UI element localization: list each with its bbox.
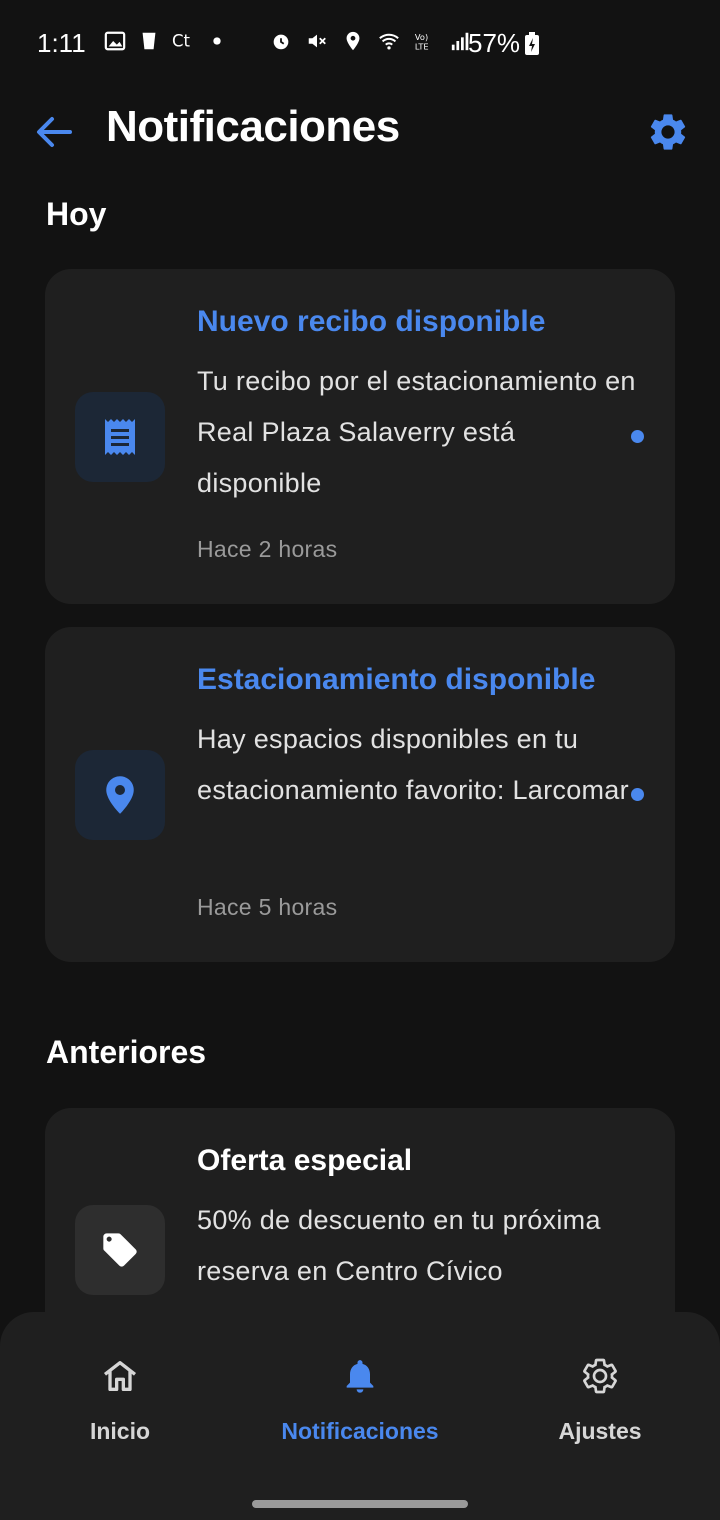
notification-icon-box [75,392,165,482]
notification-time: Hace 2 horas [197,536,338,562]
unread-indicator [631,430,644,443]
status-left-icons: Ct [104,30,228,52]
page-title: Notificaciones [106,102,400,151]
gear-icon [583,1358,617,1394]
home-indicator[interactable] [252,1500,468,1508]
battery-level: 57% [468,28,521,58]
status-bar: 1:11 Ct Vo) LTE 57% [0,0,720,88]
settings-button[interactable] [646,110,690,154]
back-button[interactable] [30,108,78,156]
receipt-icon [105,419,135,455]
status-time: 1:11 [37,28,86,58]
wifi-icon [379,33,399,50]
notification-title: Nuevo recibo disponible [197,305,546,338]
notification-card[interactable]: Estacionamiento disponible Hay espacios … [45,627,675,962]
section-title-previous: Anteriores [46,1034,207,1070]
nav-item-settings[interactable]: Ajustes [480,1312,720,1462]
notification-body: Hay espacios disponibles en tu estaciona… [197,724,629,805]
bell-icon [346,1360,374,1393]
notification-icon-box [75,1205,165,1295]
gear-icon [650,114,686,150]
battery-icon [525,32,539,55]
nav-label-settings: Ajustes [558,1418,642,1444]
notification-icon-box [75,750,165,840]
location-pin-icon [106,776,134,814]
location-icon [346,31,360,51]
svg-text:LTE: LTE [415,41,429,51]
gallery-icon [104,31,126,51]
nav-item-home[interactable]: Inicio [0,1312,240,1462]
notification-body: 50% de descuento en tu próxima reserva e… [197,1205,601,1286]
cup-icon [142,32,156,50]
volte-icon: Vo)LTE [415,32,429,51]
status-right-icons: Vo) LTE [270,30,472,52]
nav-label-notifications: Notificaciones [281,1418,439,1444]
dot-icon [213,37,221,45]
svg-text:Ct: Ct [172,32,191,51]
alarm-icon [273,34,289,50]
bottom-navigation: Inicio Notificaciones Ajustes [0,1312,720,1520]
notification-time: Hace 5 horas [197,894,338,920]
section-title-today: Hoy [46,196,107,232]
tag-icon [103,1233,137,1267]
ct-icon: Ct [172,32,191,51]
notification-card[interactable]: Nuevo recibo disponible Tu recibo por el… [45,269,675,604]
home-icon [103,1361,137,1391]
arrow-left-icon [37,117,72,147]
nav-label-home: Inicio [89,1418,151,1444]
unread-indicator [631,788,644,801]
notification-title: Estacionamiento disponible [197,663,596,696]
mute-icon [308,34,326,48]
notification-title: Oferta especial [197,1144,413,1177]
nav-item-notifications[interactable]: Notificaciones [240,1312,480,1462]
notification-body: Tu recibo por el estacionamiento en Real… [197,366,636,498]
